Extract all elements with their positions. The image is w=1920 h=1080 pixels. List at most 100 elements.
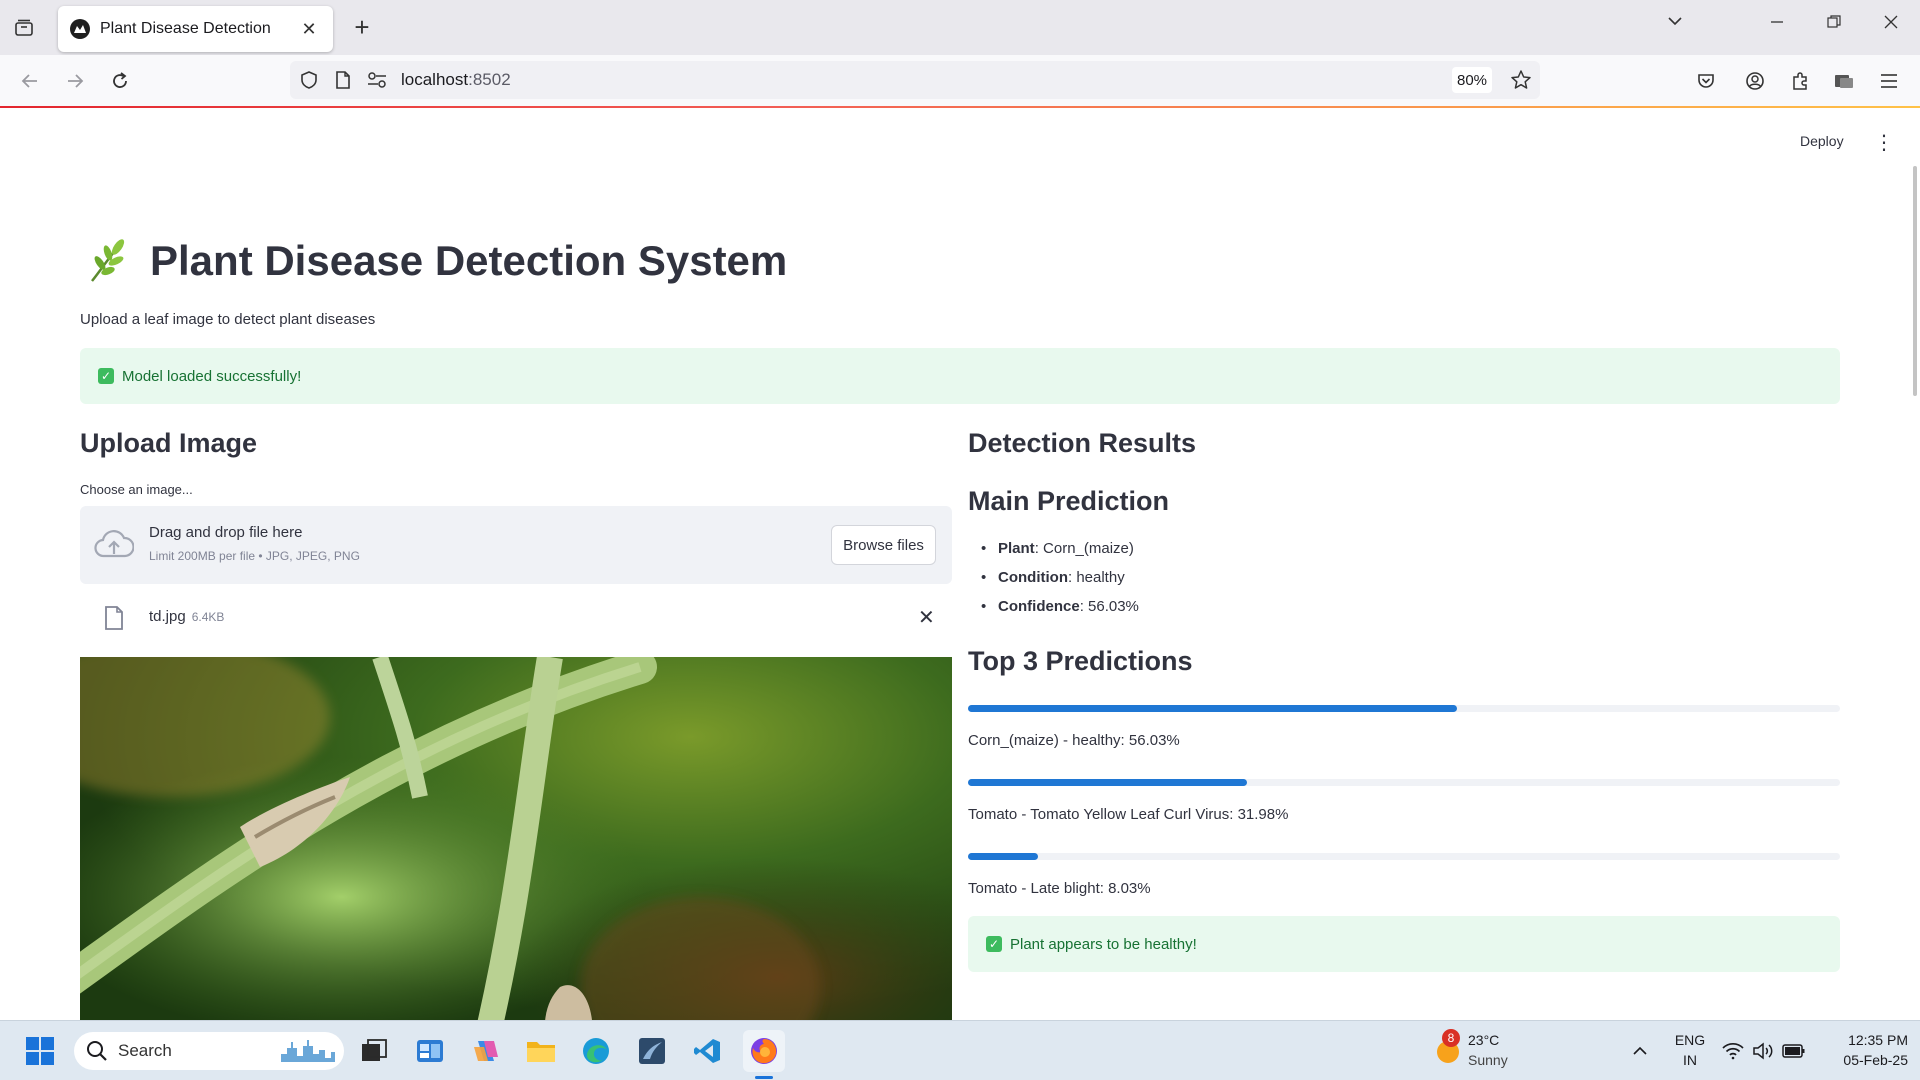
- pocket-icon[interactable]: [1692, 67, 1720, 95]
- drag-drop-text: Drag and drop file here: [149, 524, 303, 541]
- main-menu-kebab-icon[interactable]: ⋮: [1874, 130, 1894, 155]
- weather-temperature[interactable]: 23°C: [1468, 1031, 1499, 1050]
- prediction-confidence-item: Confidence: 56.03%: [981, 598, 1139, 627]
- deploy-button[interactable]: Deploy: [1800, 133, 1844, 149]
- condition-value: : healthy: [1067, 569, 1125, 586]
- tab-plant-disease-detection[interactable]: Plant Disease Detection ✕: [58, 6, 333, 52]
- main-prediction-list: Plant: Corn_(maize) Condition: healthy C…: [981, 540, 1139, 627]
- volume-icon[interactable]: [1750, 1033, 1776, 1069]
- language-indicator-bottom[interactable]: IN: [1670, 1051, 1710, 1070]
- progress-bar-fill-2: [968, 779, 1247, 786]
- condition-key: Condition: [998, 569, 1068, 586]
- container-tabs-icon[interactable]: [1830, 67, 1858, 95]
- main-prediction-heading: Main Prediction: [968, 486, 1170, 516]
- tab-list-icon[interactable]: [10, 14, 38, 42]
- app-menu-hamburger-icon[interactable]: [1875, 67, 1903, 95]
- page-title: Plant Disease Detection System: [80, 233, 787, 289]
- page-info-icon[interactable]: [334, 70, 352, 95]
- url-text[interactable]: localhost:8502: [401, 70, 511, 90]
- streamlit-favicon-icon: [70, 19, 90, 39]
- file-icon: [105, 606, 123, 630]
- taskbar-search-box[interactable]: Search: [74, 1032, 344, 1070]
- tab-title: Plant Disease Detection: [100, 20, 271, 37]
- file-dropzone[interactable]: Drag and drop file here Limit 200MB per …: [80, 506, 952, 584]
- reload-icon[interactable]: [106, 67, 134, 95]
- clock-time[interactable]: 12:35 PM: [1814, 1031, 1908, 1050]
- uploaded-leaf-image: [80, 657, 952, 1020]
- plant-key: Plant: [998, 540, 1035, 557]
- detection-results-heading: Detection Results: [968, 428, 1197, 458]
- plant-value: : Corn_(maize): [1034, 540, 1134, 557]
- back-arrow-icon[interactable]: [16, 67, 44, 95]
- language-indicator-top[interactable]: ENG: [1670, 1031, 1710, 1050]
- battery-charging-icon[interactable]: [1780, 1033, 1808, 1069]
- streamlit-page: Deploy ⋮ Plant Disease Detection System …: [0, 108, 1920, 1020]
- prediction-condition-item: Condition: healthy: [981, 569, 1139, 598]
- prediction-label-3: Tomato - Late blight: 8.03%: [968, 880, 1151, 897]
- uploaded-file-row: td.jpg 6.4KB ✕: [80, 593, 952, 643]
- progress-bar-fill-3: [968, 853, 1039, 860]
- site-permissions-icon[interactable]: [366, 71, 388, 94]
- cloud-upload-icon: [94, 530, 134, 558]
- prediction-progress-bar-1: [968, 705, 1840, 712]
- prediction-label-1: Corn_(maize) - healthy: 56.03%: [968, 732, 1180, 749]
- file-explorer-icon[interactable]: [523, 1033, 559, 1069]
- minimize-icon[interactable]: [1762, 12, 1792, 35]
- uploaded-file-name: td.jpg 6.4KB: [149, 608, 224, 625]
- search-icon: [87, 1041, 107, 1061]
- confidence-key: Confidence: [998, 598, 1080, 615]
- restore-icon[interactable]: [1819, 12, 1849, 35]
- windows-taskbar: Search 8 23°C Sunny ENG IN 12:35 PM 05-F…: [0, 1020, 1920, 1080]
- page-title-text: Plant Disease Detection System: [150, 237, 788, 284]
- widgets-icon[interactable]: [412, 1033, 448, 1069]
- weather-condition[interactable]: Sunny: [1468, 1051, 1508, 1070]
- url-bar[interactable]: localhost:8502 80%: [290, 61, 1540, 99]
- bookmark-star-icon[interactable]: [1510, 69, 1532, 96]
- list-all-tabs-chevron-icon[interactable]: [1660, 12, 1690, 35]
- prediction-label-2: Tomato - Tomato Yellow Leaf Curl Virus: …: [968, 806, 1289, 823]
- progress-bar-fill-1: [968, 705, 1457, 712]
- prediction-progress-bar-2: [968, 779, 1840, 786]
- new-tab-icon[interactable]: +: [348, 12, 376, 43]
- tab-close-icon[interactable]: ✕: [297, 19, 321, 40]
- active-app-indicator: [755, 1076, 773, 1079]
- firefox-taskbar-icon[interactable]: [743, 1030, 785, 1072]
- copilot-icon[interactable]: [468, 1033, 504, 1069]
- weather-notification-badge: 8: [1442, 1029, 1460, 1047]
- url-port: :8502: [468, 70, 511, 89]
- check-mark-icon: ✓: [98, 368, 114, 384]
- window-close-icon[interactable]: [1876, 12, 1906, 35]
- model-status-alert: ✓ Model loaded successfully!: [80, 348, 1840, 404]
- forward-arrow-icon[interactable]: [61, 67, 89, 95]
- task-view-icon[interactable]: [356, 1033, 392, 1069]
- file-uploader-label: Choose an image...: [80, 482, 193, 497]
- file-name-text: td.jpg: [149, 608, 186, 625]
- extensions-puzzle-icon[interactable]: [1786, 67, 1814, 95]
- browse-files-button[interactable]: Browse files: [831, 525, 936, 565]
- herb-leaf-icon: [91, 239, 125, 282]
- search-highlight-city-icon: [281, 1040, 335, 1062]
- remove-file-icon[interactable]: ✕: [918, 605, 935, 630]
- page-scrollbar[interactable]: [1913, 166, 1917, 396]
- model-status-text: Model loaded successfully!: [122, 367, 302, 385]
- database-app-icon[interactable]: [634, 1033, 670, 1069]
- upload-heading: Upload Image: [80, 428, 258, 458]
- vscode-icon[interactable]: [689, 1033, 725, 1069]
- prediction-progress-bar-3: [968, 853, 1840, 860]
- account-icon[interactable]: [1741, 67, 1769, 95]
- url-host: localhost: [401, 70, 469, 89]
- check-mark-icon: ✓: [986, 936, 1002, 952]
- clock-date[interactable]: 05-Feb-25: [1814, 1051, 1908, 1070]
- confidence-value: : 56.03%: [1079, 598, 1139, 615]
- page-subtitle: Upload a leaf image to detect plant dise…: [80, 311, 376, 328]
- zoom-level-badge[interactable]: 80%: [1452, 67, 1492, 93]
- show-hidden-icons-chevron-icon[interactable]: [1622, 1033, 1658, 1069]
- browser-tab-bar: Plant Disease Detection ✕ +: [0, 0, 1920, 55]
- top-predictions-heading: Top 3 Predictions: [968, 646, 1193, 676]
- wifi-icon[interactable]: [1720, 1033, 1746, 1069]
- upload-limit-text: Limit 200MB per file • JPG, JPEG, PNG: [149, 549, 360, 563]
- tracking-shield-icon[interactable]: [299, 70, 319, 95]
- file-size-text: 6.4KB: [191, 610, 225, 624]
- edge-browser-icon[interactable]: [578, 1033, 614, 1069]
- windows-start-icon[interactable]: [22, 1033, 58, 1069]
